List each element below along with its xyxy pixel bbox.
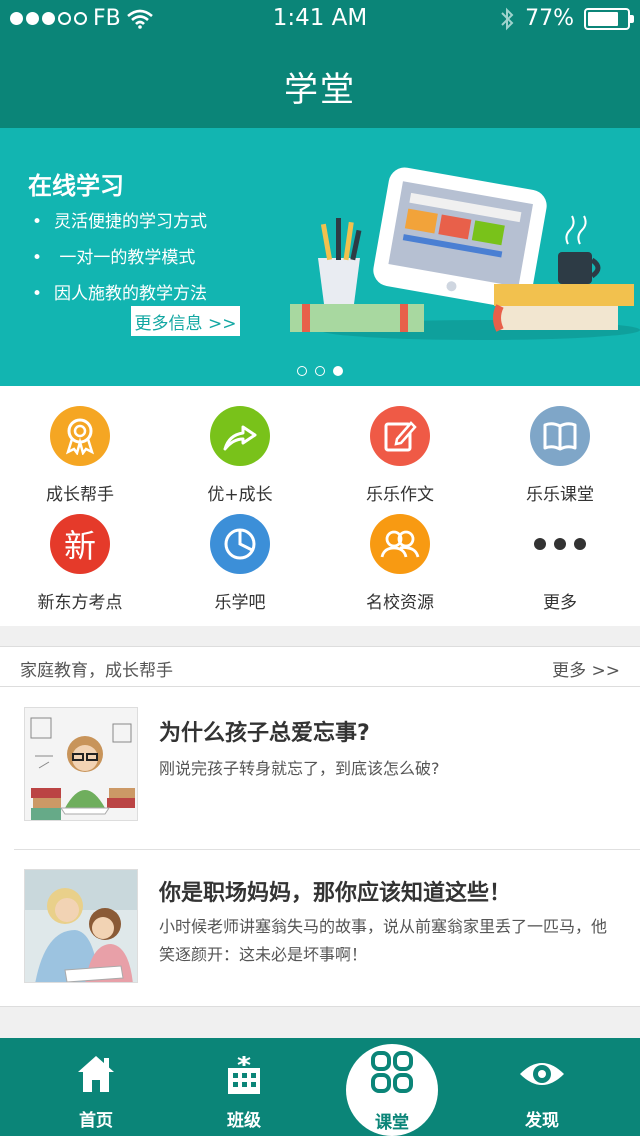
grid-item-xdf-exam-points[interactable]: 新 新东方考点: [0, 514, 160, 613]
tab-label: 首页: [79, 1111, 113, 1131]
article-list: 为什么孩子总爱忘事? 刚说完孩子转身就忘了，到底该怎么破? 你是职场妈妈，那你应…: [0, 687, 640, 1007]
grid-item-composition[interactable]: 乐乐作文: [320, 406, 480, 505]
banner-bullet: 灵活便捷的学习方式: [32, 204, 207, 240]
grid-item-growth-helper[interactable]: 成长帮手: [0, 406, 160, 505]
list-item[interactable]: 为什么孩子总爱忘事? 刚说完孩子转身就忘了，到底该怎么破?: [0, 687, 640, 850]
growth-arrow-icon: [210, 406, 270, 466]
tab-bar: 首页 班级 课堂 发现: [0, 1038, 640, 1136]
pie-chart-icon: [210, 514, 270, 574]
page-title: 学堂: [284, 70, 356, 110]
grid-item-label: 乐乐课堂: [526, 485, 594, 505]
tab-home[interactable]: 首页: [32, 1038, 160, 1136]
article-title: 为什么孩子总爱忘事?: [159, 721, 370, 746]
grid-item-lexueba[interactable]: 乐学吧: [160, 514, 320, 613]
list-item[interactable]: 你是职场妈妈，那你应该知道这些！ 小时候老师讲塞翁失马的故事，说从前塞翁家里丢了…: [0, 849, 640, 1009]
banner-bullet: 一对一的教学模式: [32, 240, 207, 276]
status-bar: FB 1:41 AM 77%: [0, 0, 640, 40]
grid-item-label: 乐乐作文: [366, 485, 434, 505]
open-book-icon: [530, 406, 590, 466]
promo-banner[interactable]: 在线学习 灵活便捷的学习方式 一对一的教学模式 因人施教的教学方法 更多信息 >…: [0, 128, 640, 386]
pager-dot-active[interactable]: [333, 366, 343, 376]
edit-pencil-icon: [370, 406, 430, 466]
tab-class[interactable]: 班级: [180, 1038, 308, 1136]
section-header: 家庭教育，成长帮手 更多 >>: [0, 646, 640, 687]
home-icon: [78, 1056, 114, 1092]
battery-icon: [584, 7, 634, 30]
more-dots-icon: [530, 514, 590, 574]
pager-dot[interactable]: [297, 366, 307, 376]
battery-percent: 77%: [525, 6, 574, 31]
banner-pager[interactable]: [0, 366, 640, 376]
top-bar: FB 1:41 AM 77% 学堂: [0, 0, 640, 128]
more-info-button[interactable]: 更多信息 >>: [131, 306, 240, 336]
grid-item-label: 更多: [543, 593, 577, 613]
tab-label: 课堂: [375, 1113, 409, 1133]
banner-bullets: 灵活便捷的学习方式 一对一的教学模式 因人施教的教学方法: [32, 204, 207, 312]
grid-item-classroom[interactable]: 乐乐课堂: [480, 406, 640, 505]
pager-dot[interactable]: [315, 366, 325, 376]
grid-item-more[interactable]: 更多: [480, 514, 640, 613]
article-title: 你是职场妈妈，那你应该知道这些！: [159, 881, 512, 906]
article-description: 小时候老师讲塞翁失马的故事，说从前塞翁家里丢了一匹马，他笑逐颜开：这未必是坏事啊…: [159, 917, 608, 964]
tab-label: 发现: [525, 1111, 559, 1131]
eye-icon: [520, 1063, 564, 1085]
feature-grid: 成长帮手 优+成长 乐乐作文 乐乐课堂 新 新东方考点 乐学吧 名校资源 更多: [0, 386, 640, 626]
article-thumbnail: [24, 869, 138, 983]
article-description: 刚说完孩子转身就忘了，到底该怎么破?: [159, 759, 440, 778]
section-more-link[interactable]: 更多 >>: [552, 656, 620, 681]
class-building-icon: [228, 1056, 260, 1094]
xin-character-icon: 新: [50, 514, 110, 574]
section-title: 家庭教育，成长帮手: [20, 661, 173, 681]
article-thumbnail: [24, 707, 138, 821]
status-right: 77%: [499, 6, 634, 31]
grid-item-label: 优+成长: [207, 485, 273, 505]
bluetooth-icon: [501, 7, 514, 30]
grid-apps-icon: [371, 1051, 413, 1093]
award-ribbon-icon: [50, 406, 110, 466]
grid-item-label: 新东方考点: [37, 593, 123, 613]
grid-item-label: 乐学吧: [214, 593, 266, 613]
tab-classroom[interactable]: 课堂: [328, 1038, 456, 1136]
study-illustration: [290, 167, 640, 340]
grid-item-label: 成长帮手: [46, 485, 114, 505]
people-icon: [370, 514, 430, 574]
banner-heading: 在线学习: [28, 172, 124, 200]
tab-discover[interactable]: 发现: [478, 1038, 606, 1136]
grid-item-label: 名校资源: [366, 593, 434, 613]
grid-item-plus-growth[interactable]: 优+成长: [160, 406, 320, 505]
tab-label: 班级: [227, 1111, 261, 1131]
grid-item-school-resources[interactable]: 名校资源: [320, 514, 480, 613]
